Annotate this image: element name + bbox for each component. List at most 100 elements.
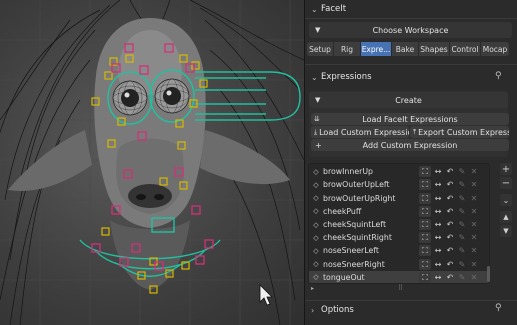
expression-name: cheekPuff bbox=[323, 206, 362, 216]
reset-icon[interactable]: ↶ bbox=[444, 219, 456, 230]
pencil-icon[interactable]: ✎ bbox=[456, 219, 468, 230]
move-up-icon[interactable]: ▲ bbox=[500, 211, 512, 223]
mouse-cursor-icon bbox=[259, 284, 273, 306]
pin-icon[interactable]: ⚲ bbox=[495, 303, 502, 313]
add-icon: + bbox=[315, 140, 322, 150]
load-faceit-expressions-button[interactable]: ⇊ Load FaceIt Expressions bbox=[311, 113, 509, 125]
reset-icon[interactable]: ↶ bbox=[444, 272, 456, 283]
tab-setup[interactable]: Setup bbox=[307, 42, 333, 56]
bone-icon[interactable]: ⛶ bbox=[419, 205, 431, 217]
tab-bake[interactable]: Bake bbox=[392, 42, 418, 56]
bone-icon[interactable]: ⛶ bbox=[419, 271, 431, 283]
mirror-arrows-icon[interactable]: ↔ bbox=[432, 179, 444, 190]
pencil-icon[interactable]: ✎ bbox=[456, 166, 468, 177]
pencil-icon[interactable]: ✎ bbox=[456, 245, 468, 256]
pin-icon[interactable]: ⚲ bbox=[495, 71, 502, 81]
bone-icon[interactable]: ⛶ bbox=[419, 192, 431, 204]
mirror-arrows-icon[interactable]: ↔ bbox=[432, 259, 444, 270]
remove-icon[interactable]: ✕ bbox=[468, 179, 480, 190]
pencil-icon[interactable]: ✎ bbox=[456, 193, 468, 204]
mirror-arrows-icon[interactable]: ↔ bbox=[432, 193, 444, 204]
filter-triangle-icon[interactable]: ▸ bbox=[311, 285, 314, 292]
expression-list-item[interactable]: ◇ browInnerUp ⛶ ↔ ↶ ✎ ✕ bbox=[309, 165, 489, 179]
tab-mocap[interactable]: Mocap bbox=[481, 42, 509, 56]
shape-key-icon: ◇ bbox=[313, 233, 319, 242]
list-scrollbar[interactable] bbox=[487, 266, 490, 282]
expression-list[interactable]: ◇ browInnerUp ⛶ ↔ ↶ ✎ ✕ ◇ browOuterUpLeft ⛶ ↔ ↶ ✎ ✕ ◇ b… bbox=[308, 163, 490, 284]
mirror-arrows-icon[interactable]: ↔ bbox=[432, 219, 444, 230]
pencil-icon[interactable]: ✎ bbox=[456, 179, 468, 190]
remove-icon[interactable]: ✕ bbox=[468, 245, 480, 256]
divider bbox=[305, 64, 517, 65]
bone-icon[interactable]: ⛶ bbox=[419, 232, 431, 244]
expressions-panel-header[interactable]: ⌄ Expressions bbox=[305, 68, 517, 86]
pencil-icon[interactable]: ✎ bbox=[456, 272, 468, 283]
dropdown-triangle-icon: ▼ bbox=[315, 96, 321, 104]
bone-icon[interactable]: ⛶ bbox=[419, 179, 431, 191]
bone-icon[interactable]: ⛶ bbox=[419, 258, 431, 270]
remove-icon[interactable]: ✕ bbox=[468, 193, 480, 204]
create-button[interactable]: ▼ Create bbox=[309, 92, 508, 108]
shape-key-icon: ◇ bbox=[313, 167, 319, 176]
remove-icon[interactable]: ✕ bbox=[468, 166, 480, 177]
load-faceit-expressions-label: Load FaceIt Expressions bbox=[362, 114, 458, 124]
remove-icon[interactable]: ✕ bbox=[468, 219, 480, 230]
resize-grip-icon[interactable]: ⠿ bbox=[398, 284, 403, 292]
remove-icon[interactable]: ✕ bbox=[468, 272, 480, 283]
bone-icon[interactable]: ⛶ bbox=[419, 245, 431, 257]
pencil-icon[interactable]: ✎ bbox=[456, 259, 468, 270]
mirror-arrows-icon[interactable]: ↔ bbox=[432, 166, 444, 177]
mirror-arrows-icon[interactable]: ↔ bbox=[432, 206, 444, 217]
reset-icon[interactable]: ↶ bbox=[444, 206, 456, 217]
tab-control[interactable]: Control bbox=[450, 42, 480, 56]
nose bbox=[128, 184, 172, 208]
choose-workspace-button[interactable]: ▼ Choose Workspace bbox=[309, 22, 512, 38]
expression-list-item[interactable]: ◇ browOuterUpRight ⛶ ↔ ↶ ✎ ✕ bbox=[309, 191, 489, 205]
pencil-icon[interactable]: ✎ bbox=[456, 232, 468, 243]
chevron-down-icon[interactable]: ⌄ bbox=[500, 194, 512, 206]
expression-list-item[interactable]: ◇ noseSneerLeft ⛶ ↔ ↶ ✎ ✕ bbox=[309, 244, 489, 258]
move-down-icon[interactable]: ▼ bbox=[500, 225, 512, 237]
expression-list-item[interactable]: ◇ browOuterUpLeft ⛶ ↔ ↶ ✎ ✕ bbox=[309, 178, 489, 192]
shape-key-icon: ◇ bbox=[313, 273, 319, 282]
expression-name: browInnerUp bbox=[323, 167, 373, 177]
add-custom-expression-button[interactable]: + Add Custom Expression bbox=[311, 139, 509, 151]
expression-list-item[interactable]: ◇ cheekSquintRight ⛶ ↔ ↶ ✎ ✕ bbox=[309, 231, 489, 245]
bone-icon[interactable]: ⛶ bbox=[419, 219, 431, 231]
expression-name: browOuterUpRight bbox=[323, 193, 396, 203]
options-panel-header[interactable]: › Options bbox=[305, 301, 517, 319]
remove-icon[interactable]: ✕ bbox=[468, 206, 480, 217]
expression-list-item[interactable]: ◇ cheekSquintLeft ⛶ ↔ ↶ ✎ ✕ bbox=[309, 218, 489, 232]
lower-jaw bbox=[110, 220, 190, 290]
right-ear bbox=[200, 130, 290, 185]
reset-icon[interactable]: ↶ bbox=[444, 259, 456, 270]
mirror-arrows-icon[interactable]: ↔ bbox=[432, 245, 444, 256]
remove-icon[interactable]: ✕ bbox=[468, 232, 480, 243]
expression-list-item[interactable]: ◇ noseSneerRight ⛶ ↔ ↶ ✎ ✕ bbox=[309, 257, 489, 271]
expression-list-item[interactable]: ◇ cheekPuff ⛶ ↔ ↶ ✎ ✕ bbox=[309, 205, 489, 219]
mirror-arrows-icon[interactable]: ↔ bbox=[432, 232, 444, 243]
reset-icon[interactable]: ↶ bbox=[444, 232, 456, 243]
reset-icon[interactable]: ↶ bbox=[444, 166, 456, 177]
reset-icon[interactable]: ↶ bbox=[444, 193, 456, 204]
expression-name: noseSneerRight bbox=[323, 259, 385, 269]
tab-shapes[interactable]: Shapes bbox=[419, 42, 449, 56]
expression-list-item[interactable]: ◇ tongueOut ⛶ ↔ ↶ ✎ ✕ bbox=[309, 270, 489, 283]
3d-viewport[interactable] bbox=[0, 0, 304, 325]
export-custom-expression-button[interactable]: ⤒ Export Custom Expressi... bbox=[410, 126, 509, 138]
faceit-header-label: FaceIt bbox=[321, 4, 347, 14]
reset-icon[interactable]: ↶ bbox=[444, 245, 456, 256]
remove-icon[interactable]: ✕ bbox=[468, 259, 480, 270]
mirror-arrows-icon[interactable]: ↔ bbox=[432, 272, 444, 283]
faceit-panel-header[interactable]: ⌄ FaceIt bbox=[305, 0, 517, 18]
tab-rig[interactable]: Rig bbox=[334, 42, 360, 56]
divider bbox=[305, 18, 517, 19]
add-expression-icon[interactable]: + bbox=[500, 163, 512, 175]
reset-icon[interactable]: ↶ bbox=[444, 179, 456, 190]
bone-icon[interactable]: ⛶ bbox=[419, 166, 431, 178]
remove-expression-icon[interactable]: − bbox=[500, 177, 512, 189]
load-custom-expression-button[interactable]: ⤓ Load Custom Expressio... bbox=[311, 126, 409, 138]
tab-expre[interactable]: Expre... bbox=[361, 42, 391, 56]
pencil-icon[interactable]: ✎ bbox=[456, 206, 468, 217]
add-custom-expression-label: Add Custom Expression bbox=[362, 140, 458, 150]
